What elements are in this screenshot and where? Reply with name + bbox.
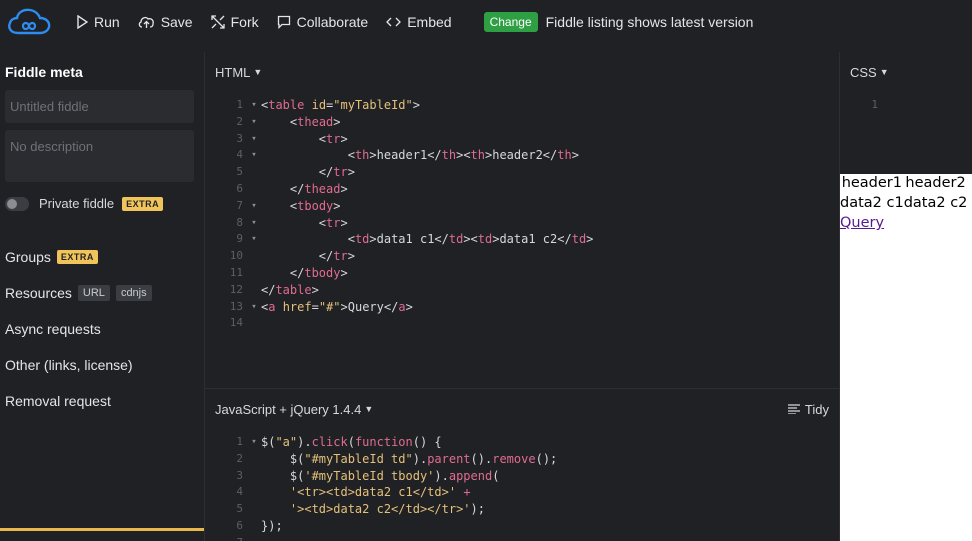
chat-bubble-icon [277,15,290,29]
line-number: 6 [236,518,243,532]
embed-label: Embed [407,14,452,30]
sidebar-item-label: Removal request [5,393,111,409]
result-cell-2: data2 c2 [903,194,968,211]
result-header-2: header2 [905,175,966,191]
result-header-1: header1 [841,175,902,191]
line-number: 4 [236,485,243,499]
fiddle-description-input[interactable]: No description [5,130,194,182]
resource-chip-url[interactable]: URL [77,285,110,301]
extra-badge: EXTRA [122,196,164,211]
css-panel-header[interactable]: CSS ▼ [840,52,972,92]
result-query-link[interactable]: Query [840,215,884,231]
line-number: 5 [236,165,243,179]
fold-arrow-icon[interactable]: ▾ [247,434,261,451]
caret-down-icon: ▼ [364,404,374,414]
save-button[interactable]: Save [138,14,193,30]
line-number: 2 [236,451,243,465]
jsfiddle-logo-icon[interactable] [6,6,52,38]
fold-arrow-icon[interactable]: ▾ [247,114,261,131]
js-code-editor[interactable]: 1 ▾ $("a").click(function() { 2 $("#myTabl… [205,429,839,541]
line-number: 14 [229,316,243,330]
sidebar-item-removal-request[interactable]: Removal request [5,383,194,419]
private-fiddle-toggle[interactable] [5,196,29,211]
line-number: 12 [229,282,243,296]
private-fiddle-label: Private fiddle [39,196,115,211]
html-code-editor[interactable]: 1 ▾ <table id="myTableId"> 2 ▾ <thead> 3 ▾ <… [205,92,839,332]
js-panel-header[interactable]: JavaScript + jQuery 1.4.4 ▼ Tidy [205,389,839,429]
css-panel-title: CSS [850,64,877,80]
sidebar-item-label: Async requests [5,321,101,337]
result-frame[interactable]: header1 header2 data2 c1 data2 c2 Query [840,174,972,541]
sidebar-item-other[interactable]: Other (links, license) [5,347,194,383]
embed-button[interactable]: Embed [386,14,452,30]
sidebar-item-async-requests[interactable]: Async requests [5,311,194,347]
code-brackets-icon [386,17,402,27]
fold-arrow-icon[interactable]: ▾ [247,299,261,316]
sidebar-item-resources[interactable]: Resources URL cdnjs [5,275,194,311]
result-cell-1: data2 c1 [840,194,904,211]
line-number: 11 [229,265,243,279]
fork-icon [210,15,225,29]
collaborate-label: Collaborate [296,14,369,30]
sidebar: Fiddle meta Untitled fiddle No descripti… [0,52,204,541]
line-number: 2 [236,114,243,128]
resource-chip-cdnjs[interactable]: cdnjs [115,285,152,301]
line-number: 7 [236,198,243,212]
save-label: Save [160,14,193,30]
sidebar-progress-bar [0,528,204,531]
fiddle-title-input[interactable]: Untitled fiddle [5,90,194,123]
run-button[interactable]: Run [76,14,120,30]
css-code-editor[interactable]: 1 [840,92,972,114]
sidebar-title: Fiddle meta [5,64,83,80]
line-number: 9 [236,232,243,246]
align-lines-icon [787,404,800,414]
line-number: 10 [229,249,243,263]
fold-arrow-icon[interactable]: ▾ [247,97,261,114]
version-notice: Fiddle listing shows latest version [545,14,754,30]
line-number: 3 [236,131,243,145]
line-number: 5 [236,502,243,516]
fold-arrow-icon[interactable]: ▾ [247,215,261,232]
fork-button[interactable]: Fork [210,14,259,30]
js-panel-title: JavaScript + jQuery 1.4.4 [215,401,362,417]
line-number: 1 [236,98,243,111]
line-number: 1 [871,98,878,111]
fold-arrow-icon[interactable]: ▾ [247,131,261,148]
line-number: 13 [229,299,243,313]
fork-label: Fork [230,14,259,30]
change-badge[interactable]: Change [483,12,538,32]
sidebar-item-groups[interactable]: Groups EXTRA [5,239,194,275]
top-bar: Run Save Fork Collaborate Embed Change F… [0,0,972,44]
line-number: 4 [236,148,243,162]
sidebar-menu: Groups EXTRA Resources URL cdnjs Async r… [5,239,194,419]
html-editor-panel: HTML ▼ 1 ▾ <table id="myTableId"> 2 ▾ <thea… [205,52,839,387]
css-editor-panel: CSS ▼ 1 [840,52,972,174]
line-number: 1 [236,435,243,448]
play-icon [77,15,88,29]
fold-arrow-icon[interactable]: ▾ [247,231,261,248]
fold-arrow-icon[interactable]: ▾ [247,198,261,215]
collaborate-button[interactable]: Collaborate [277,14,369,30]
extra-badge: EXTRA [56,250,98,264]
line-number: 8 [236,215,243,229]
sidebar-item-label: Resources [5,285,72,301]
line-number: 7 [205,535,247,541]
caret-down-icon: ▼ [253,67,263,77]
result-table: header1 header2 data2 c1 data2 c2 [840,174,967,213]
caret-down-icon: ▼ [879,67,889,77]
js-editor-panel: JavaScript + jQuery 1.4.4 ▼ Tidy 1 ▾ $("a"… [205,388,839,541]
html-panel-header[interactable]: HTML ▼ [205,52,839,92]
tidy-label: Tidy [804,401,829,417]
tidy-button[interactable]: Tidy [787,401,829,417]
private-fiddle-row: Private fiddle EXTRA [5,196,194,211]
line-number: 3 [236,468,243,482]
fold-arrow-icon[interactable]: ▾ [247,147,261,164]
sidebar-item-label: Groups [5,249,51,265]
sidebar-item-label: Other (links, license) [5,357,133,373]
line-number: 6 [236,181,243,195]
run-label: Run [94,14,120,30]
html-panel-title: HTML [215,64,251,80]
cloud-upload-icon [138,16,154,28]
